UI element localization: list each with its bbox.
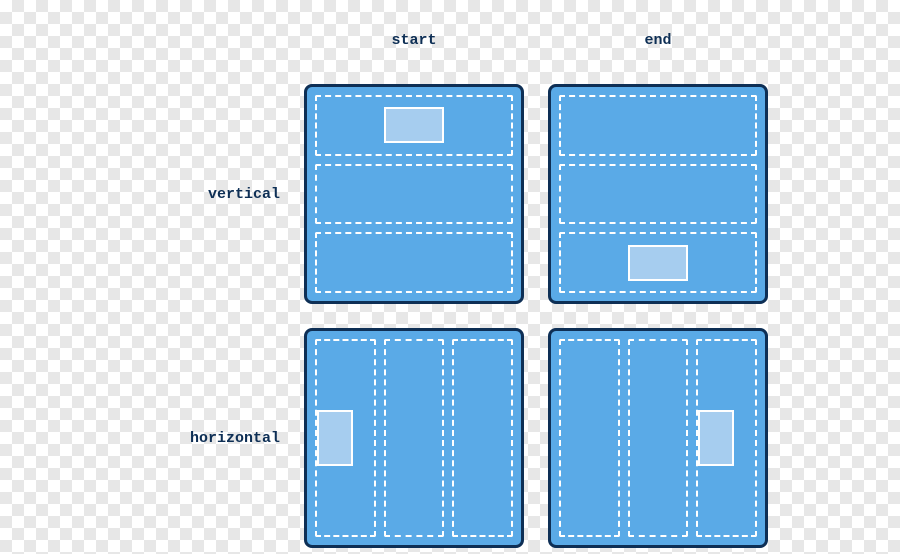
- marker: [698, 410, 734, 466]
- marker: [384, 107, 444, 143]
- slot: [559, 164, 757, 225]
- alignment-diagram-grid: start end vertical horizontal: [140, 20, 768, 548]
- column-header-end: end: [644, 32, 671, 49]
- marker: [317, 410, 353, 466]
- panel-horizontal-end: [548, 328, 768, 548]
- column-header-start: start: [391, 32, 436, 49]
- slot: [559, 232, 757, 293]
- panel-vertical-end: [548, 84, 768, 304]
- slot: [315, 339, 376, 537]
- slot: [696, 339, 757, 537]
- row-header-horizontal: horizontal: [190, 430, 280, 447]
- panel-horizontal-start: [304, 328, 524, 548]
- slot: [452, 339, 513, 537]
- slot: [559, 95, 757, 156]
- row-header-vertical: vertical: [208, 186, 280, 203]
- slot: [315, 232, 513, 293]
- panel-vertical-start: [304, 84, 524, 304]
- slot: [559, 339, 620, 537]
- marker: [628, 245, 688, 281]
- slot: [384, 339, 445, 537]
- slot: [315, 164, 513, 225]
- slot: [628, 339, 689, 537]
- slot: [315, 95, 513, 156]
